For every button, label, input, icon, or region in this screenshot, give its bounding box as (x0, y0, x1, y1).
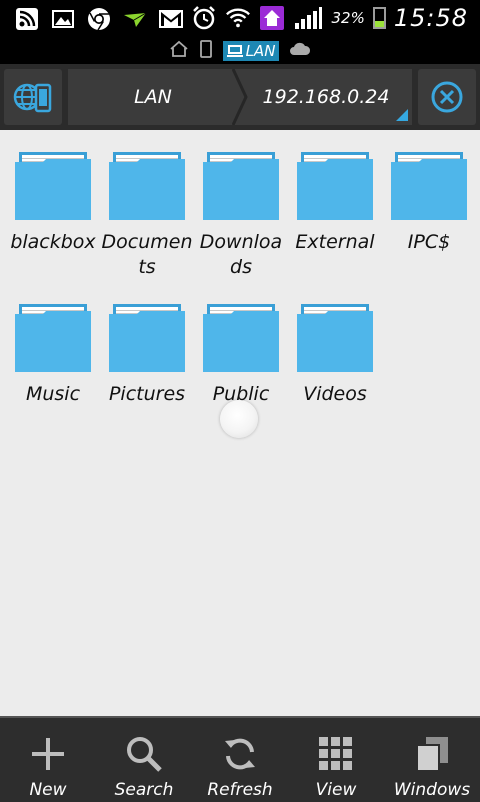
search-icon (124, 734, 164, 774)
bottom-toolbar: New Search Refresh View Windows (0, 716, 480, 802)
folder-item[interactable]: External (288, 146, 382, 298)
gmail-icon (158, 6, 184, 32)
folder-item[interactable]: Documents (100, 146, 194, 298)
path-toolbar: LAN 192.168.0.24 (0, 64, 480, 130)
airplane-icon (122, 6, 148, 32)
folder-name: blackbox (10, 231, 96, 253)
close-button[interactable] (418, 69, 476, 125)
folder-icon (391, 152, 467, 220)
folder-icon (297, 304, 373, 372)
search-button-label: Search (114, 780, 174, 800)
view-button[interactable]: View (288, 718, 384, 802)
dropdown-indicator[interactable] (396, 109, 408, 121)
folder-name: Videos (303, 383, 367, 405)
new-button-label: New (29, 780, 67, 800)
view-button-label: View (315, 780, 357, 800)
folder-item[interactable]: Videos (288, 298, 382, 450)
rss-icon (14, 6, 40, 32)
lan-tab[interactable]: LAN (222, 41, 280, 61)
folder-name: External (295, 231, 375, 253)
folder-name: IPC$ (407, 231, 451, 253)
windows-button[interactable]: Windows (384, 718, 480, 802)
window-tabs-bar: LAN (0, 38, 480, 64)
loading-spinner (220, 400, 258, 438)
wifi-icon (225, 5, 251, 31)
notification-icons (14, 6, 184, 32)
folder-icon (15, 152, 91, 220)
network-devices-icon (13, 83, 52, 113)
close-circle-icon (431, 81, 463, 113)
plus-icon (28, 734, 68, 774)
refresh-icon (220, 734, 260, 774)
network-devices-button[interactable] (4, 69, 62, 125)
status-bar: 32% 15:58 (0, 0, 480, 38)
folder-item[interactable]: blackbox (6, 146, 100, 298)
folder-icon (203, 152, 279, 220)
image-icon (50, 6, 76, 32)
alarm-icon (191, 5, 217, 31)
home-app-icon (259, 5, 285, 31)
breadcrumb: LAN 192.168.0.24 (68, 69, 412, 125)
folder-icon (203, 304, 279, 372)
folder-item[interactable]: Pictures (100, 298, 194, 450)
folder-item[interactable]: Music (6, 298, 100, 450)
clock: 15:58 (393, 4, 468, 32)
signal-icon (293, 5, 323, 31)
chrome-icon (86, 6, 112, 32)
battery-icon (372, 7, 386, 29)
new-button[interactable]: New (0, 718, 96, 802)
folder-name: Music (25, 383, 81, 405)
status-right: 32% 15:58 (191, 4, 468, 32)
lan-icon (226, 45, 243, 57)
folder-icon (15, 304, 91, 372)
breadcrumb-ip[interactable]: 192.168.0.24 (244, 69, 408, 125)
folder-item[interactable]: IPC$ (382, 146, 476, 298)
folder-name: Documents (101, 231, 193, 278)
windows-icon (412, 734, 452, 774)
windows-button-label: Windows (393, 780, 471, 800)
cloud-icon[interactable] (289, 41, 311, 61)
folder-name: Pictures (108, 383, 186, 405)
lan-tab-label: LAN (245, 42, 276, 60)
folder-icon (109, 152, 185, 220)
phone-icon[interactable] (199, 40, 213, 62)
battery-percent: 32% (331, 9, 365, 27)
folder-icon (297, 152, 373, 220)
breadcrumb-lan[interactable]: LAN (68, 69, 238, 125)
refresh-button[interactable]: Refresh (192, 718, 288, 802)
folder-item[interactable]: Downloads (194, 146, 288, 298)
refresh-button-label: Refresh (207, 780, 273, 800)
folder-icon (109, 304, 185, 372)
folder-name: Downloads (199, 231, 283, 278)
home-icon[interactable] (169, 40, 189, 62)
search-button[interactable]: Search (96, 718, 192, 802)
grid-view-icon (316, 734, 356, 774)
